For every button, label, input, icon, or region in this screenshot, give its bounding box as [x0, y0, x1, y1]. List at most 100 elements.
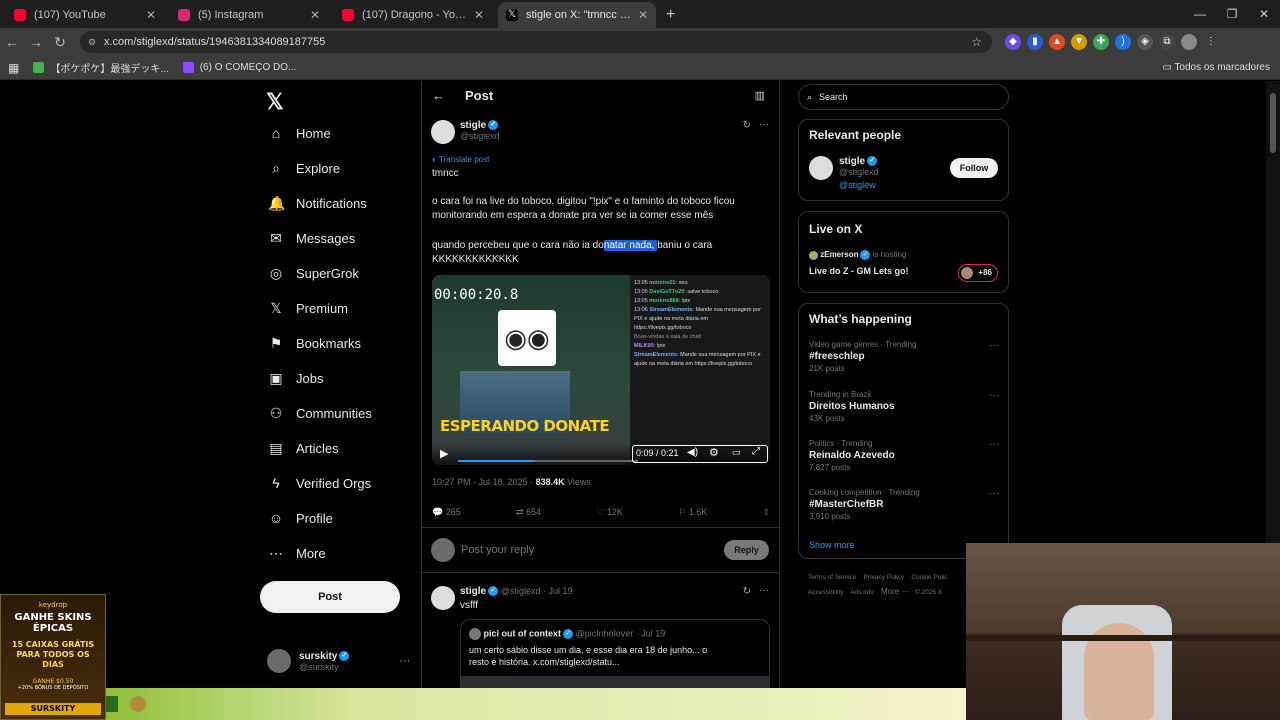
author-info[interactable]: stigle ✓ @stiglexd — [460, 120, 500, 141]
bookmark-action[interactable]: ⚐ 1.6K — [678, 507, 707, 518]
close-icon[interactable]: ✕ — [474, 8, 484, 22]
more-icon[interactable]: ··· — [759, 585, 769, 596]
follow-button[interactable]: Follow — [950, 158, 998, 178]
star-icon[interactable]: ☆ — [971, 35, 982, 49]
tab-youtube[interactable]: (107) YouTube ✕ — [6, 2, 164, 28]
maximize-icon[interactable]: ❐ — [1216, 0, 1248, 28]
person-avatar[interactable] — [809, 156, 833, 180]
share-icon[interactable]: ⇪ — [762, 507, 770, 518]
like-action[interactable]: ♡ 12K — [596, 507, 623, 518]
nav-verified-orgs[interactable]: ϟ Verified Orgs — [268, 475, 371, 491]
site-info-icon[interactable]: ⚙ — [88, 37, 96, 48]
extension-icon[interactable]: ▼ — [1071, 34, 1087, 50]
scrollbar-thumb[interactable] — [1270, 93, 1276, 153]
video-progress-track[interactable] — [458, 460, 638, 462]
x-logo-icon[interactable]: 𝕏 — [266, 89, 284, 115]
forward-icon[interactable]: → — [24, 34, 48, 50]
close-icon[interactable]: ✕ — [146, 8, 156, 22]
menu-icon[interactable]: ⋮ — [1203, 34, 1219, 50]
trend-item[interactable]: Cooking competition · Trending #MasterChe… — [809, 488, 999, 521]
url-input[interactable]: ⚙ x.com/stiglexd/status/1946381334089187… — [80, 31, 992, 53]
author-avatar[interactable] — [431, 586, 455, 610]
live-title[interactable]: Live do Z - GM Lets go! — [809, 266, 909, 276]
repost-action[interactable]: ⇄ 654 — [516, 507, 541, 518]
nav-articles[interactable]: ▤ Articles — [268, 440, 338, 456]
nav-messages[interactable]: ✉ Messages — [268, 230, 355, 246]
reply-button[interactable]: Reply — [724, 540, 769, 560]
trend-item[interactable]: Politics · Trending Reinaldo Azevedo 7,827… — [809, 439, 999, 472]
footer-link[interactable]: More ··· — [881, 587, 909, 596]
grok-icon[interactable]: ↻ — [743, 586, 751, 597]
bio-link[interactable]: @stiglew — [839, 180, 879, 190]
captions-icon[interactable]: ▭ — [732, 447, 741, 458]
apps-icon[interactable]: ▦ — [8, 61, 19, 75]
more-icon[interactable]: ··· — [759, 119, 769, 130]
extension-icon[interactable]: ✚ — [1093, 34, 1109, 50]
minimize-icon[interactable]: — — [1184, 0, 1216, 28]
extension-icon[interactable]: ▮ — [1027, 34, 1043, 50]
tab-instagram[interactable]: (5) Instagram ✕ — [170, 2, 328, 28]
video-player[interactable]: 00:00:20.8 ◉◉ ESPERANDO DONATE 13:05 mor… — [432, 275, 770, 465]
post-button[interactable]: Post — [260, 581, 400, 613]
reply-composer: Post your reply Reply — [422, 527, 779, 573]
new-tab-button[interactable]: + — [666, 6, 675, 24]
more-icon[interactable]: ··· — [989, 390, 999, 401]
bookmark-item[interactable]: (6) O COMEÇO DO... — [182, 62, 296, 73]
nav-communities[interactable]: ⚇ Communities — [268, 405, 372, 421]
footer-link[interactable]: Cookie Polic — [911, 574, 947, 581]
nav-jobs[interactable]: ▣ Jobs — [268, 370, 323, 386]
author-avatar[interactable] — [431, 120, 455, 144]
nav-supergrok[interactable]: ◎ SuperGrok — [268, 265, 359, 281]
nav-home[interactable]: ⌂ Home — [268, 125, 331, 141]
reply-input[interactable]: Post your reply — [461, 544, 534, 556]
grok-icon[interactable]: ↻ — [743, 120, 751, 131]
settings-icon[interactable]: ⚙ — [709, 446, 719, 459]
search-input[interactable]: ⌕ Search — [798, 84, 1009, 110]
nav-explore[interactable]: ⌕ Explore — [268, 160, 340, 176]
show-more-link[interactable]: Show more — [809, 540, 855, 550]
close-window-icon[interactable]: ✕ — [1248, 0, 1280, 28]
reader-icon[interactable]: ▥ — [755, 89, 765, 102]
trend-item[interactable]: Video game genres · Trending #freeschlep 2… — [809, 340, 999, 373]
back-arrow-icon[interactable]: ← — [432, 88, 445, 103]
account-switcher[interactable]: surskity ✓ @surskity ··· — [267, 649, 410, 673]
nav-bookmarks[interactable]: ⚑ Bookmarks — [268, 335, 361, 351]
more-icon[interactable]: ··· — [989, 439, 999, 450]
more-icon[interactable]: ··· — [989, 488, 999, 499]
live-host[interactable]: zEmerson ✓ is hosting — [809, 250, 907, 260]
tab-dragono[interactable]: (107) Dragono - YouTube ✕ — [334, 2, 492, 28]
reply-author[interactable]: stigle — [460, 586, 486, 597]
back-icon[interactable]: ← — [0, 34, 24, 50]
person-info[interactable]: stigle ✓ @stiglexd @stiglew — [839, 156, 879, 190]
close-icon[interactable]: ✕ — [638, 8, 648, 22]
profile-icon[interactable] — [1181, 34, 1197, 50]
extension-icon[interactable]: ◆ — [1005, 34, 1021, 50]
puzzle-icon[interactable]: ⧉ — [1159, 34, 1175, 50]
nav-more[interactable]: ⋯ More — [268, 545, 326, 561]
nav-premium[interactable]: 𝕏 Premium — [268, 300, 348, 316]
reload-icon[interactable]: ↻ — [48, 34, 72, 51]
trend-item[interactable]: Trending in Brazil Direitos Humanos 43K po… — [809, 390, 999, 423]
translate-post-link[interactable]: ◐ Translate post — [432, 155, 489, 164]
more-icon[interactable]: ··· — [399, 655, 410, 667]
reply-action[interactable]: 💬 265 — [432, 507, 461, 518]
chat-user: MILK00 — [634, 343, 654, 349]
footer-link[interactable]: Privacy Policy — [864, 574, 904, 581]
extension-icon[interactable]: ) — [1115, 34, 1131, 50]
extension-icon[interactable]: ◈ — [1137, 34, 1153, 50]
more-icon[interactable]: ··· — [989, 340, 999, 351]
volume-icon[interactable]: ◀) — [687, 447, 698, 458]
footer-link[interactable]: Ads info — [850, 589, 874, 596]
nav-notifications[interactable]: 🔔 Notifications — [268, 195, 367, 211]
fullscreen-icon[interactable]: ⤢ — [752, 446, 760, 457]
nav-profile[interactable]: ☺ Profile — [268, 510, 333, 526]
tab-x-post[interactable]: 𝕏stigle on X: "tmncc o cara foi na ✕ — [498, 2, 656, 28]
footer-link[interactable]: Terms of Service — [808, 574, 856, 581]
footer-link[interactable]: Accessibility — [808, 589, 843, 596]
bookmark-item[interactable]: 【ポケポケ】最強デッキ... — [33, 60, 169, 75]
extension-icon[interactable]: ▲ — [1049, 34, 1065, 50]
post-timestamp[interactable]: 10:27 PM · Jul 18, 2025 · — [432, 477, 536, 487]
all-bookmarks[interactable]: ▭ Todos os marcadores — [1162, 62, 1270, 73]
close-icon[interactable]: ✕ — [310, 8, 320, 22]
play-icon[interactable]: ▶ — [440, 447, 448, 460]
